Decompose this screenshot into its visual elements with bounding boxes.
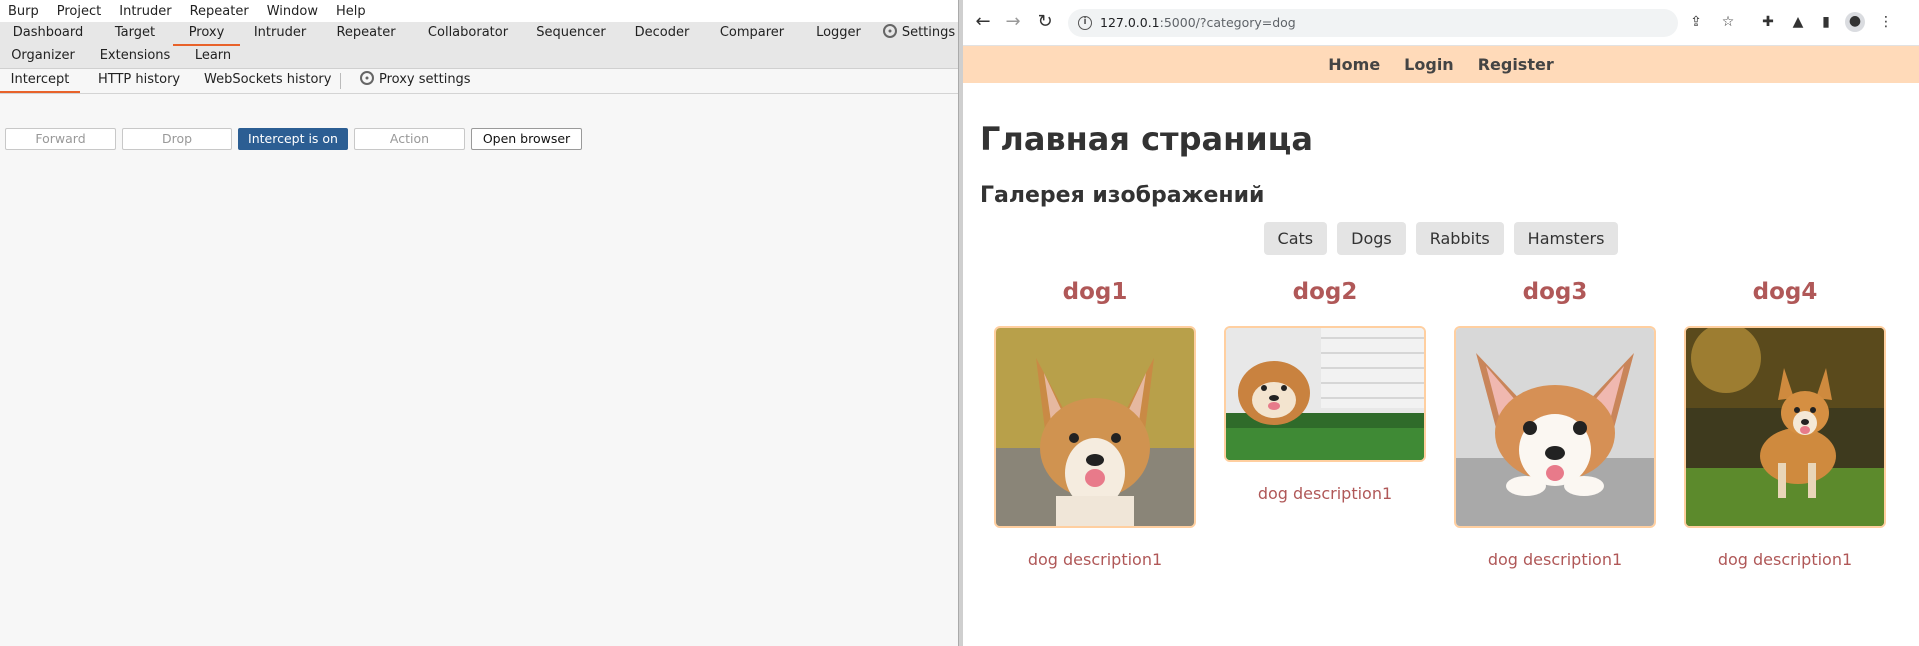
profile-avatar-icon[interactable]: ● — [1845, 12, 1865, 32]
url-host: 127.0.0.1 — [1100, 15, 1160, 30]
subtab-http-history[interactable]: HTTP history — [98, 69, 180, 91]
burp-main-tabs: Dashboard Target Proxy Intruder Repeater… — [0, 22, 958, 69]
card-description: dog description1 — [1027, 550, 1163, 569]
page-title: Главная страница — [980, 120, 1313, 158]
forward-button[interactable]: Forward — [5, 128, 116, 150]
card-image[interactable] — [1454, 326, 1656, 528]
dog-photo-4 — [1686, 328, 1884, 526]
gear-icon — [882, 24, 897, 38]
extensions-puzzle-icon[interactable]: ✚ — [1759, 13, 1777, 31]
dog-photo-3 — [1456, 328, 1654, 526]
filter-cats-button[interactable]: Cats — [1263, 222, 1328, 255]
menu-window[interactable]: Window — [267, 4, 318, 19]
filter-dogs-button[interactable]: Dogs — [1337, 222, 1406, 255]
tab-extensions[interactable]: Extensions — [98, 45, 172, 67]
url-text: 127.0.0.1:5000/?category=dog — [1100, 15, 1296, 30]
intercept-toggle-button[interactable]: Intercept is on — [238, 128, 348, 150]
gallery-card: dog3 dog description1 — [1452, 276, 1658, 569]
gallery-title: Галерея изображений — [980, 183, 1265, 208]
tab-decoder[interactable]: Decoder — [627, 22, 697, 44]
card-title: dog3 — [1522, 279, 1588, 305]
gallery-card: dog4 dog description1 — [1682, 276, 1888, 569]
card-title: dog4 — [1752, 279, 1818, 305]
tab-proxy[interactable]: Proxy — [173, 22, 240, 46]
nav-register-link[interactable]: Register — [1478, 55, 1554, 74]
site-info-icon[interactable]: i — [1078, 16, 1092, 30]
star-icon[interactable]: ☆ — [1719, 13, 1737, 31]
gallery-card: dog1 dog description1 — [992, 276, 1198, 569]
tab-settings-label: Settings — [901, 25, 956, 40]
action-button[interactable]: Action — [354, 128, 465, 150]
kebab-menu-icon[interactable]: ⋮ — [1877, 13, 1895, 31]
tab-separator — [340, 73, 341, 89]
burp-menubar: Burp Project Intruder Repeater Window He… — [0, 0, 958, 22]
tab-dashboard[interactable]: Dashboard — [8, 22, 88, 44]
filter-hamsters-button[interactable]: Hamsters — [1513, 222, 1619, 255]
filter-rabbits-button[interactable]: Rabbits — [1415, 222, 1504, 255]
proxy-settings-label: Proxy settings — [379, 72, 471, 87]
card-title: dog1 — [1062, 279, 1128, 305]
address-bar[interactable]: i 127.0.0.1:5000/?category=dog — [1068, 9, 1678, 37]
card-image[interactable] — [1684, 326, 1886, 528]
gallery-card: dog2 dog description1 — [1222, 276, 1428, 503]
side-panel-icon[interactable]: ▮ — [1817, 13, 1835, 31]
tab-target[interactable]: Target — [103, 22, 167, 44]
tab-logger[interactable]: Logger — [810, 22, 867, 44]
burp-window: Burp Project Intruder Repeater Window He… — [0, 0, 958, 646]
proxy-sub-tabs: Intercept HTTP history WebSockets histor… — [0, 69, 958, 94]
tab-settings[interactable]: Settings — [880, 22, 958, 44]
menu-burp[interactable]: Burp — [8, 4, 39, 19]
tab-collaborator[interactable]: Collaborator — [423, 22, 513, 44]
card-description: dog description1 — [1487, 550, 1623, 569]
dog-photo-2 — [1226, 328, 1424, 460]
tab-sequencer[interactable]: Sequencer — [533, 22, 609, 44]
subtab-websockets-history[interactable]: WebSockets history — [204, 69, 331, 91]
browser-toolbar: ← → ↻ i 127.0.0.1:5000/?category=dog ⇪ ☆… — [963, 0, 1919, 46]
card-title: dog2 — [1292, 279, 1358, 305]
tab-organizer[interactable]: Organizer — [6, 45, 80, 67]
flask-icon[interactable]: ▲ — [1789, 13, 1807, 31]
nav-login-link[interactable]: Login — [1404, 55, 1454, 74]
nav-home-link[interactable]: Home — [1328, 55, 1380, 74]
drop-button[interactable]: Drop — [122, 128, 232, 150]
site-nav: Home Login Register — [963, 46, 1919, 83]
menu-help[interactable]: Help — [336, 4, 366, 19]
tab-comparer[interactable]: Comparer — [715, 22, 789, 44]
subtab-intercept[interactable]: Intercept — [0, 69, 80, 93]
gear-icon — [360, 71, 374, 85]
open-browser-button[interactable]: Open browser — [471, 128, 582, 150]
url-path: :5000/?category=dog — [1159, 15, 1296, 30]
tab-repeater[interactable]: Repeater — [328, 22, 404, 44]
card-description: dog description1 — [1717, 550, 1853, 569]
share-icon[interactable]: ⇪ — [1687, 13, 1705, 31]
menu-project[interactable]: Project — [57, 4, 101, 19]
forward-arrow-icon[interactable]: → — [1003, 12, 1023, 32]
card-image[interactable] — [1224, 326, 1426, 462]
back-arrow-icon[interactable]: ← — [973, 12, 993, 32]
tab-learn[interactable]: Learn — [188, 45, 238, 67]
category-filters: Cats Dogs Rabbits Hamsters — [963, 222, 1919, 255]
tab-intruder[interactable]: Intruder — [247, 22, 313, 44]
menu-intruder[interactable]: Intruder — [119, 4, 171, 19]
proxy-settings-button[interactable]: Proxy settings — [360, 69, 471, 91]
intercept-toolbar: Forward Drop Intercept is on Action Open… — [5, 128, 588, 150]
card-image[interactable] — [994, 326, 1196, 528]
card-description: dog description1 — [1257, 484, 1393, 503]
browser-window: ← → ↻ i 127.0.0.1:5000/?category=dog ⇪ ☆… — [963, 0, 1919, 646]
menu-repeater[interactable]: Repeater — [190, 4, 249, 19]
reload-icon[interactable]: ↻ — [1035, 12, 1055, 32]
dog-photo-1 — [996, 328, 1194, 526]
